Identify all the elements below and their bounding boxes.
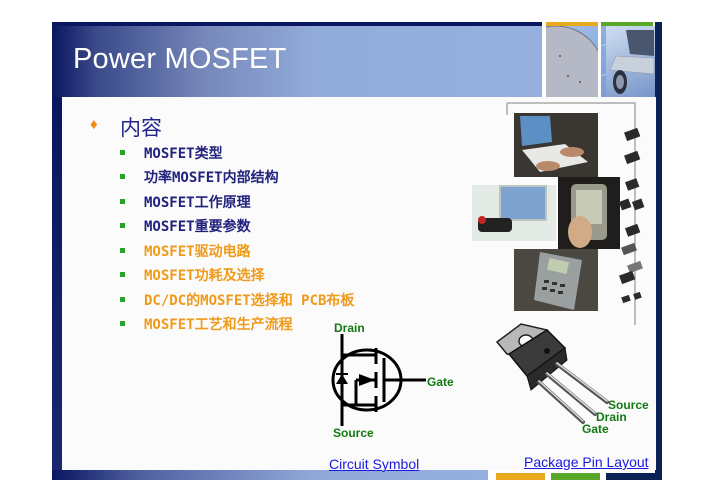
bottom-stripe-orange: [496, 473, 545, 480]
wafer-image: [546, 26, 598, 98]
circuit-symbol-link[interactable]: Circuit Symbol: [329, 456, 419, 472]
phone-photo: [514, 249, 598, 311]
bottom-stripe-green: [551, 473, 600, 480]
square-bullet-icon: [120, 321, 125, 326]
section-heading-text: 内容: [120, 116, 162, 140]
slide-title: Power MOSFET: [73, 43, 287, 75]
package-pin-layout-link[interactable]: Package Pin Layout: [524, 454, 649, 470]
list-item-text: MOSFET类型: [144, 146, 223, 162]
laptop-photo: [514, 113, 598, 177]
list-item-text: MOSFET重要参数: [144, 219, 251, 235]
list-item-text: 功率MOSFET内部结构: [144, 170, 279, 186]
square-bullet-icon: [120, 272, 125, 277]
bottom-stripe-navy: [606, 473, 662, 480]
square-bullet-icon: [120, 248, 125, 253]
drain-label: Drain: [334, 321, 365, 335]
frame-right-border: [655, 22, 662, 480]
bottom-bar: [52, 470, 488, 480]
list-item-text: MOSFET工艺和生产流程: [144, 317, 293, 333]
camcorder-photo: [472, 185, 556, 241]
title-top-line: [52, 22, 490, 26]
header-tile-blue: [490, 26, 542, 98]
list-item-text: DC/DC的MOSFET选择和 PCB布板: [144, 293, 355, 309]
square-bullet-icon: [120, 223, 125, 228]
package-gate-label: Gate: [582, 422, 609, 436]
laptop-phone-image: [606, 26, 655, 98]
source-label: Source: [333, 426, 374, 440]
frame-left-border: [52, 97, 62, 470]
square-bullet-icon: [120, 297, 125, 302]
laptop-icon: [609, 30, 655, 94]
mosfet-circuit-symbol-icon: [331, 334, 426, 426]
ic-packages: [618, 127, 645, 304]
square-bullet-icon: [120, 150, 125, 155]
list-item-text: MOSFET驱动电路: [144, 244, 251, 260]
square-bullet-icon: [120, 174, 125, 179]
pda-photo: [558, 177, 620, 249]
list-item-text: MOSFET功耗及选择: [144, 268, 265, 284]
square-bullet-icon: [120, 199, 125, 204]
list-item-text: MOSFET工作原理: [144, 195, 251, 211]
wafer-icon: [546, 26, 598, 98]
applications-collage: [472, 102, 645, 325]
diamond-bullet-icon: ♦: [90, 116, 98, 133]
